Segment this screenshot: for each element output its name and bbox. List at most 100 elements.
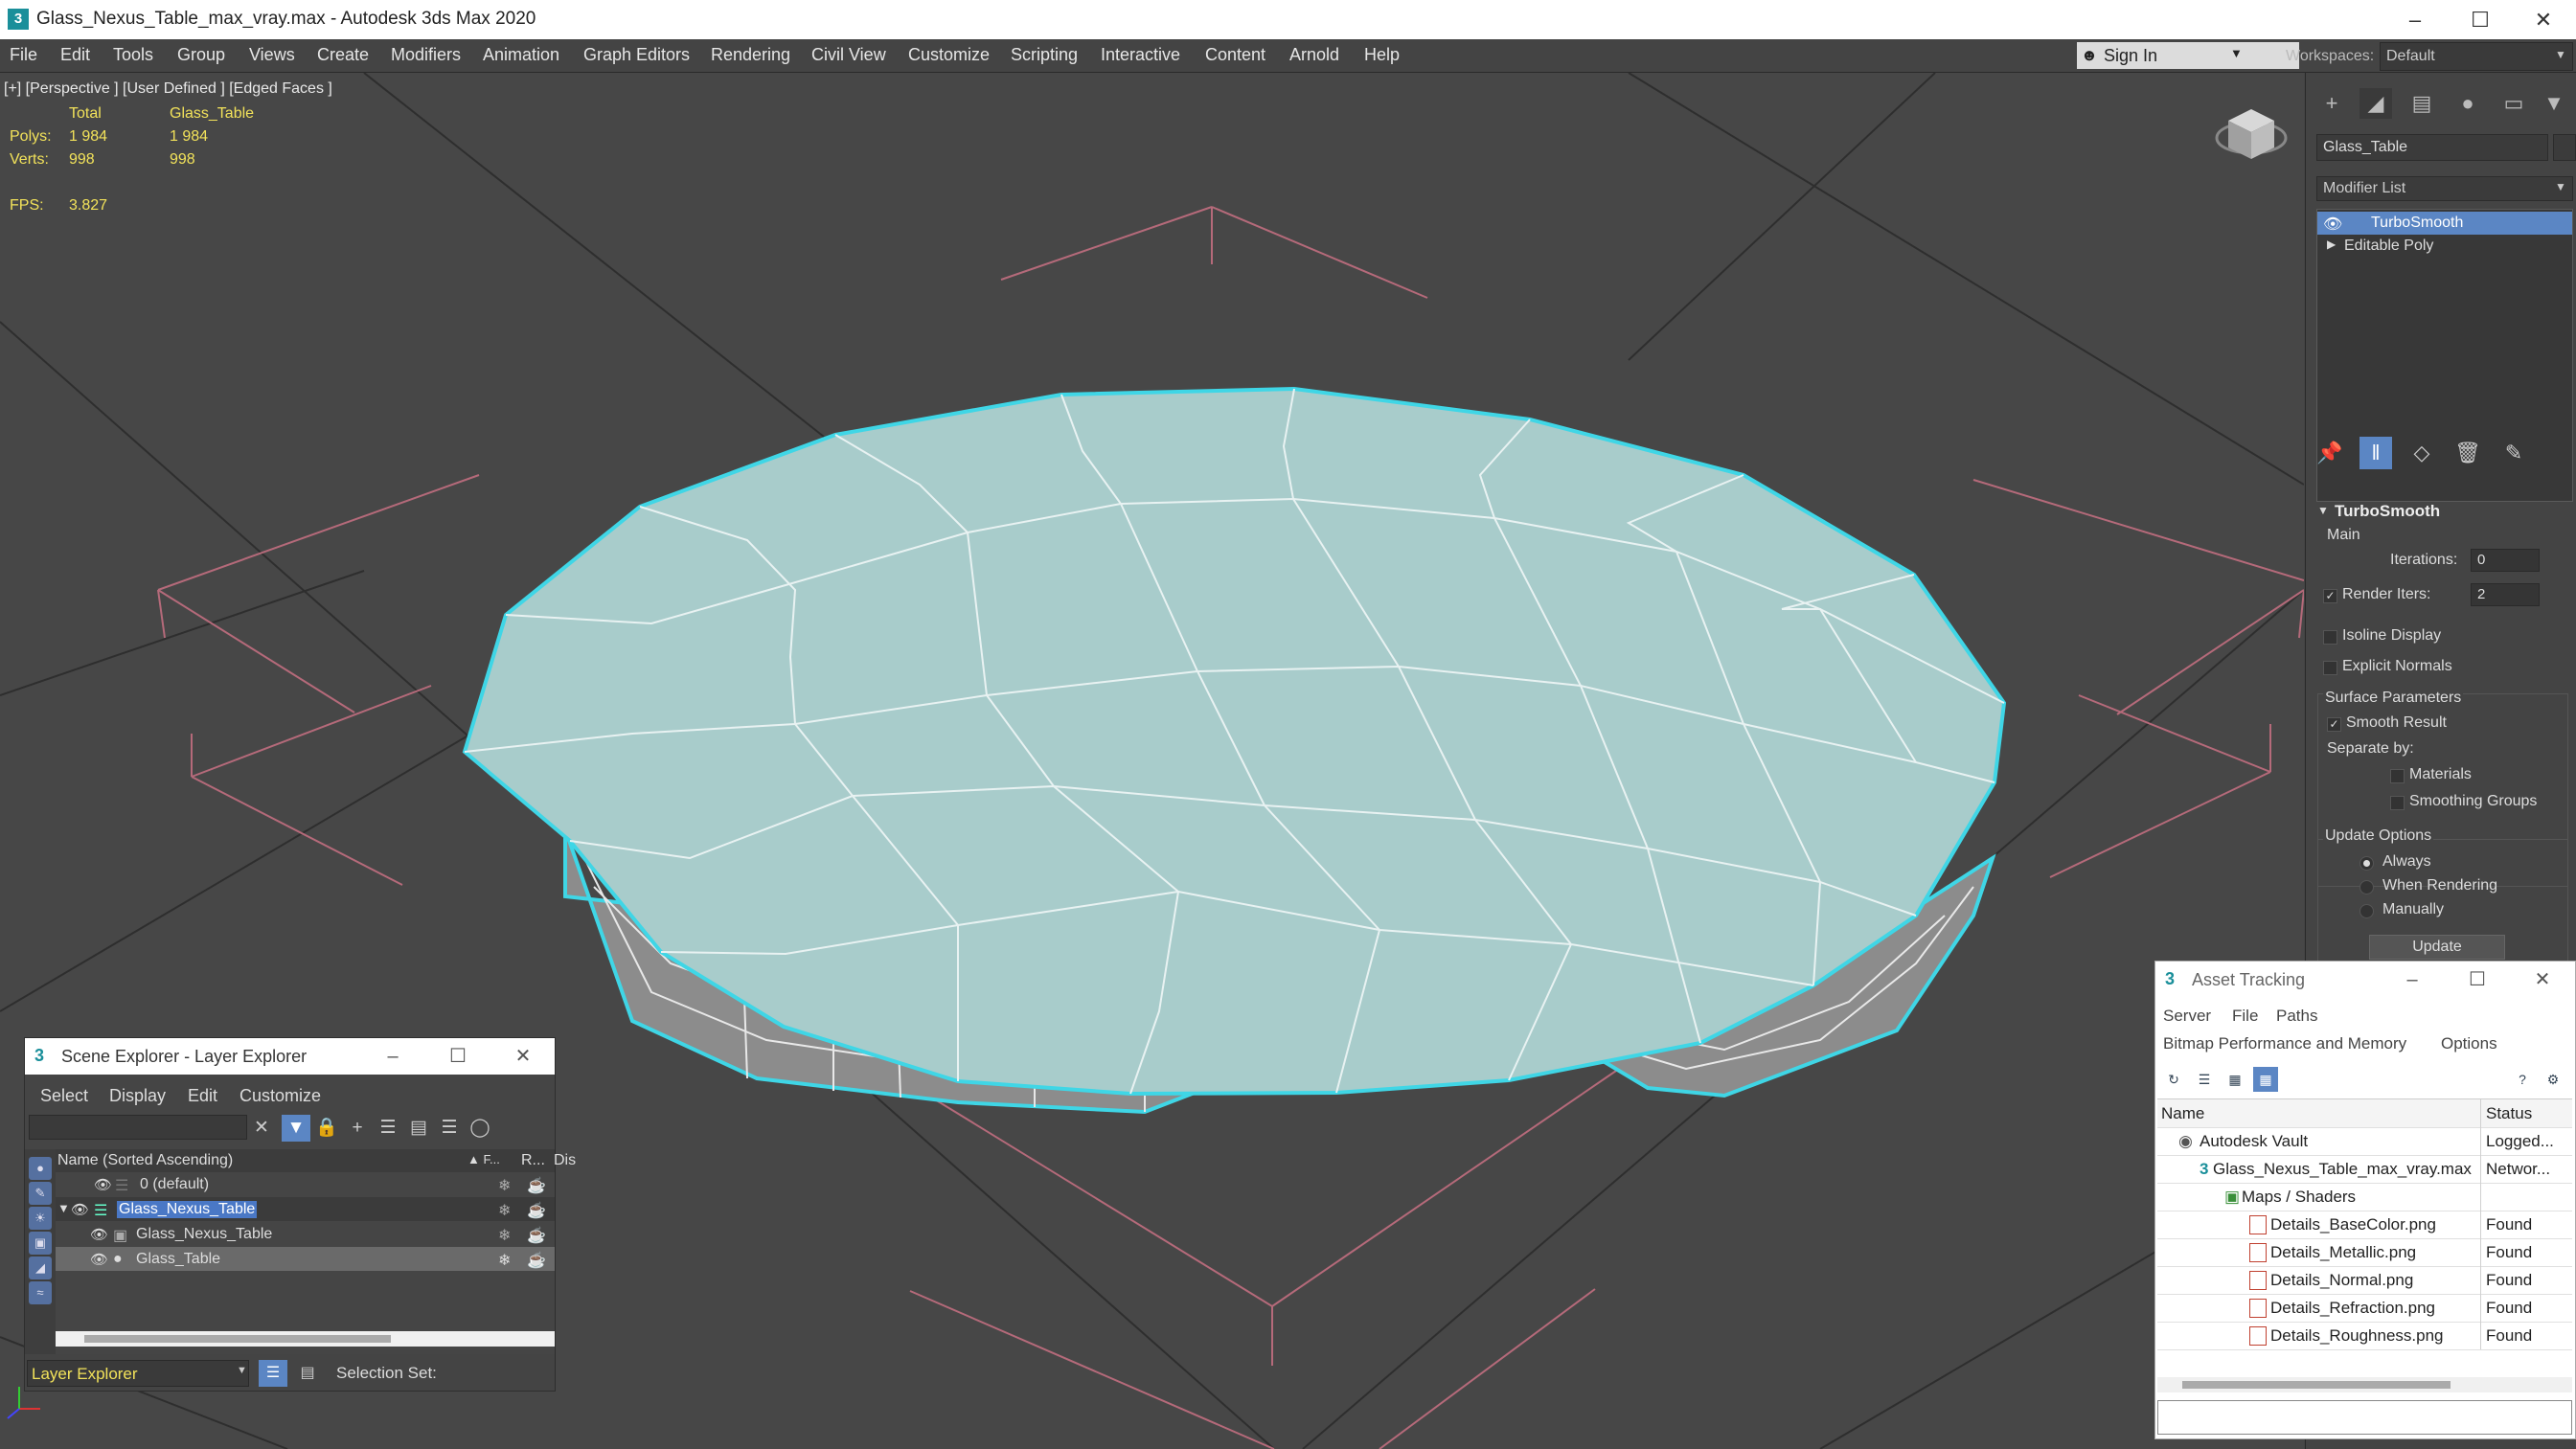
hierarchy-icon[interactable]: ▤ xyxy=(404,1115,433,1142)
menu-scripting[interactable]: Scripting xyxy=(1011,45,1078,65)
workspace-select[interactable]: Default ▼ xyxy=(2380,42,2573,71)
remove-modifier-icon[interactable]: 🗑 xyxy=(2451,437,2484,469)
col-frozen-header[interactable]: ▲ F... xyxy=(467,1152,500,1166)
asset-row[interactable]: Details_Refraction.png Found xyxy=(2157,1294,2572,1323)
maximize-button[interactable]: ☐ xyxy=(2448,0,2513,39)
at-menu-paths[interactable]: Paths xyxy=(2276,1007,2317,1026)
asset-row[interactable]: ▣ Maps / Shaders xyxy=(2157,1183,2572,1211)
menu-animation[interactable]: Animation xyxy=(483,45,559,65)
freeze-icon[interactable]: ❄ xyxy=(498,1176,511,1195)
layers-icon[interactable]: ☰ xyxy=(435,1115,464,1142)
sign-in-dropdown[interactable]: ☻ Sign In ▼ xyxy=(2077,42,2299,69)
se-search-input[interactable] xyxy=(29,1115,247,1140)
menu-arnold[interactable]: Arnold xyxy=(1289,45,1339,65)
render-teapot-icon[interactable]: ☕ xyxy=(527,1226,546,1245)
always-radio[interactable] xyxy=(2359,856,2374,871)
at-menu-file[interactable]: File xyxy=(2232,1007,2258,1026)
display-cameras-icon[interactable]: ▣ xyxy=(29,1232,52,1255)
explorer-type-dropdown[interactable]: Layer Explorer ▼ xyxy=(27,1360,249,1387)
object-row-glass-table[interactable]: 👁 ● Glass_Table ❄ ☕ xyxy=(56,1247,555,1271)
close-button[interactable]: ✕ xyxy=(2511,0,2576,39)
se-menu-select[interactable]: Select xyxy=(40,1086,88,1106)
refresh-icon[interactable]: ↻ xyxy=(2161,1067,2186,1092)
eye-icon[interactable]: 👁 xyxy=(90,1226,108,1243)
at-horizontal-scrollbar[interactable] xyxy=(2157,1377,2572,1392)
hierarchy-explorer-icon[interactable]: ▤ xyxy=(293,1360,322,1387)
close-button[interactable]: ✕ xyxy=(2510,962,2575,998)
render-teapot-icon[interactable]: ☕ xyxy=(527,1176,546,1195)
collapse-triangle-icon[interactable]: ▼ xyxy=(57,1201,70,1215)
freeze-icon[interactable]: ❄ xyxy=(498,1251,511,1270)
create-tab-icon[interactable]: + xyxy=(2315,88,2348,119)
render-teapot-icon[interactable]: ☕ xyxy=(527,1201,546,1220)
menu-create[interactable]: Create xyxy=(317,45,369,65)
show-end-result-icon[interactable]: ‖ xyxy=(2359,437,2392,469)
materials-checkbox[interactable] xyxy=(2390,769,2405,783)
asset-row[interactable]: Details_Normal.png Found xyxy=(2157,1266,2572,1295)
smooth-result-checkbox[interactable]: ✓ xyxy=(2327,717,2341,732)
col-display-header[interactable]: Dis xyxy=(554,1152,576,1169)
lock-icon[interactable]: 🔒 xyxy=(312,1115,341,1142)
menu-customize[interactable]: Customize xyxy=(908,45,990,65)
at-status-field[interactable] xyxy=(2157,1400,2572,1435)
eye-icon[interactable]: 👁 xyxy=(71,1201,89,1218)
utilities-tab-icon[interactable]: ▼ xyxy=(2540,88,2568,119)
explicit-normals-checkbox[interactable] xyxy=(2323,661,2337,675)
col-status-header[interactable]: Status xyxy=(2486,1104,2532,1123)
configure-modifier-sets-icon[interactable]: ✎ xyxy=(2497,437,2530,469)
display-helpers-icon[interactable]: ◢ xyxy=(29,1257,52,1279)
asset-row[interactable]: Details_BaseColor.png Found xyxy=(2157,1211,2572,1239)
new-layer-icon[interactable]: + xyxy=(343,1115,372,1142)
pin-stack-icon[interactable]: 📌 xyxy=(2314,437,2346,469)
freeze-icon[interactable]: ❄ xyxy=(498,1226,511,1245)
col-render-header[interactable]: R... xyxy=(521,1152,545,1169)
make-unique-icon[interactable]: ◇ xyxy=(2405,437,2438,469)
freeze-icon[interactable]: ❄ xyxy=(498,1201,511,1220)
asset-tracking-titlebar[interactable]: 3 Asset Tracking – ☐ ✕ xyxy=(2155,962,2575,998)
close-button[interactable]: ✕ xyxy=(490,1038,556,1075)
display-tab-icon[interactable]: ▭ xyxy=(2497,88,2530,119)
highlight-icon[interactable]: ◯ xyxy=(466,1115,494,1142)
minimize-button[interactable]: – xyxy=(360,1038,425,1075)
hierarchy-tab-icon[interactable]: ▤ xyxy=(2405,88,2438,119)
menu-group[interactable]: Group xyxy=(177,45,225,65)
menu-edit[interactable]: Edit xyxy=(60,45,90,65)
scene-explorer-titlebar[interactable]: 3 Scene Explorer - Layer Explorer – ☐ ✕ xyxy=(25,1038,555,1075)
render-teapot-icon[interactable]: ☕ xyxy=(527,1251,546,1270)
clear-search-icon[interactable]: ✕ xyxy=(247,1115,276,1142)
object-name-field[interactable]: Glass_Table xyxy=(2316,134,2548,161)
menu-help[interactable]: Help xyxy=(1364,45,1400,65)
maximize-button[interactable]: ☐ xyxy=(2445,962,2510,998)
menu-rendering[interactable]: Rendering xyxy=(711,45,790,65)
table-view-icon[interactable]: ▦ xyxy=(2223,1067,2247,1092)
layer-row-default[interactable]: 👁 ☰ 0 (default) ❄ ☕ xyxy=(56,1172,555,1196)
se-menu-edit[interactable]: Edit xyxy=(188,1086,217,1106)
asset-row[interactable]: 3 Glass_Nexus_Table_max_vray.max Networ.… xyxy=(2157,1155,2572,1184)
at-menu-bitmap-performance[interactable]: Bitmap Performance and Memory xyxy=(2163,1034,2406,1053)
list-view-icon[interactable]: ☰ xyxy=(2192,1067,2217,1092)
render-iters-spinner[interactable]: 2 xyxy=(2471,583,2540,606)
modifier-list-dropdown[interactable]: Modifier List ▼ xyxy=(2316,176,2573,201)
render-iters-checkbox[interactable]: ✓ xyxy=(2323,589,2337,603)
grid-view-icon[interactable]: ▦ xyxy=(2253,1067,2278,1092)
menu-views[interactable]: Views xyxy=(249,45,295,65)
eye-icon[interactable]: 👁 xyxy=(94,1176,112,1193)
manually-radio[interactable] xyxy=(2359,904,2374,918)
modify-tab-icon[interactable]: ◢ xyxy=(2359,88,2392,119)
menu-tools[interactable]: Tools xyxy=(113,45,153,65)
eye-icon[interactable]: 👁 xyxy=(2323,215,2342,234)
object-color-swatch[interactable] xyxy=(2553,134,2576,161)
object-row-glass-nexus-table[interactable]: 👁 ▣ Glass_Nexus_Table ❄ ☕ xyxy=(56,1222,555,1246)
menu-modifiers[interactable]: Modifiers xyxy=(391,45,461,65)
iterations-spinner[interactable]: 0 xyxy=(2471,549,2540,572)
menu-civil-view[interactable]: Civil View xyxy=(811,45,886,65)
eye-icon[interactable]: 👁 xyxy=(90,1251,108,1268)
smoothing-groups-checkbox[interactable] xyxy=(2390,796,2405,810)
help-icon[interactable]: ? xyxy=(2510,1067,2535,1092)
motion-tab-icon[interactable]: ● xyxy=(2451,88,2484,119)
menu-content[interactable]: Content xyxy=(1205,45,1265,65)
minimize-button[interactable]: – xyxy=(2382,0,2448,39)
isoline-display-checkbox[interactable] xyxy=(2323,630,2337,645)
collapse-triangle-icon[interactable]: ▼ xyxy=(2317,504,2329,517)
when-rendering-radio[interactable] xyxy=(2359,880,2374,894)
